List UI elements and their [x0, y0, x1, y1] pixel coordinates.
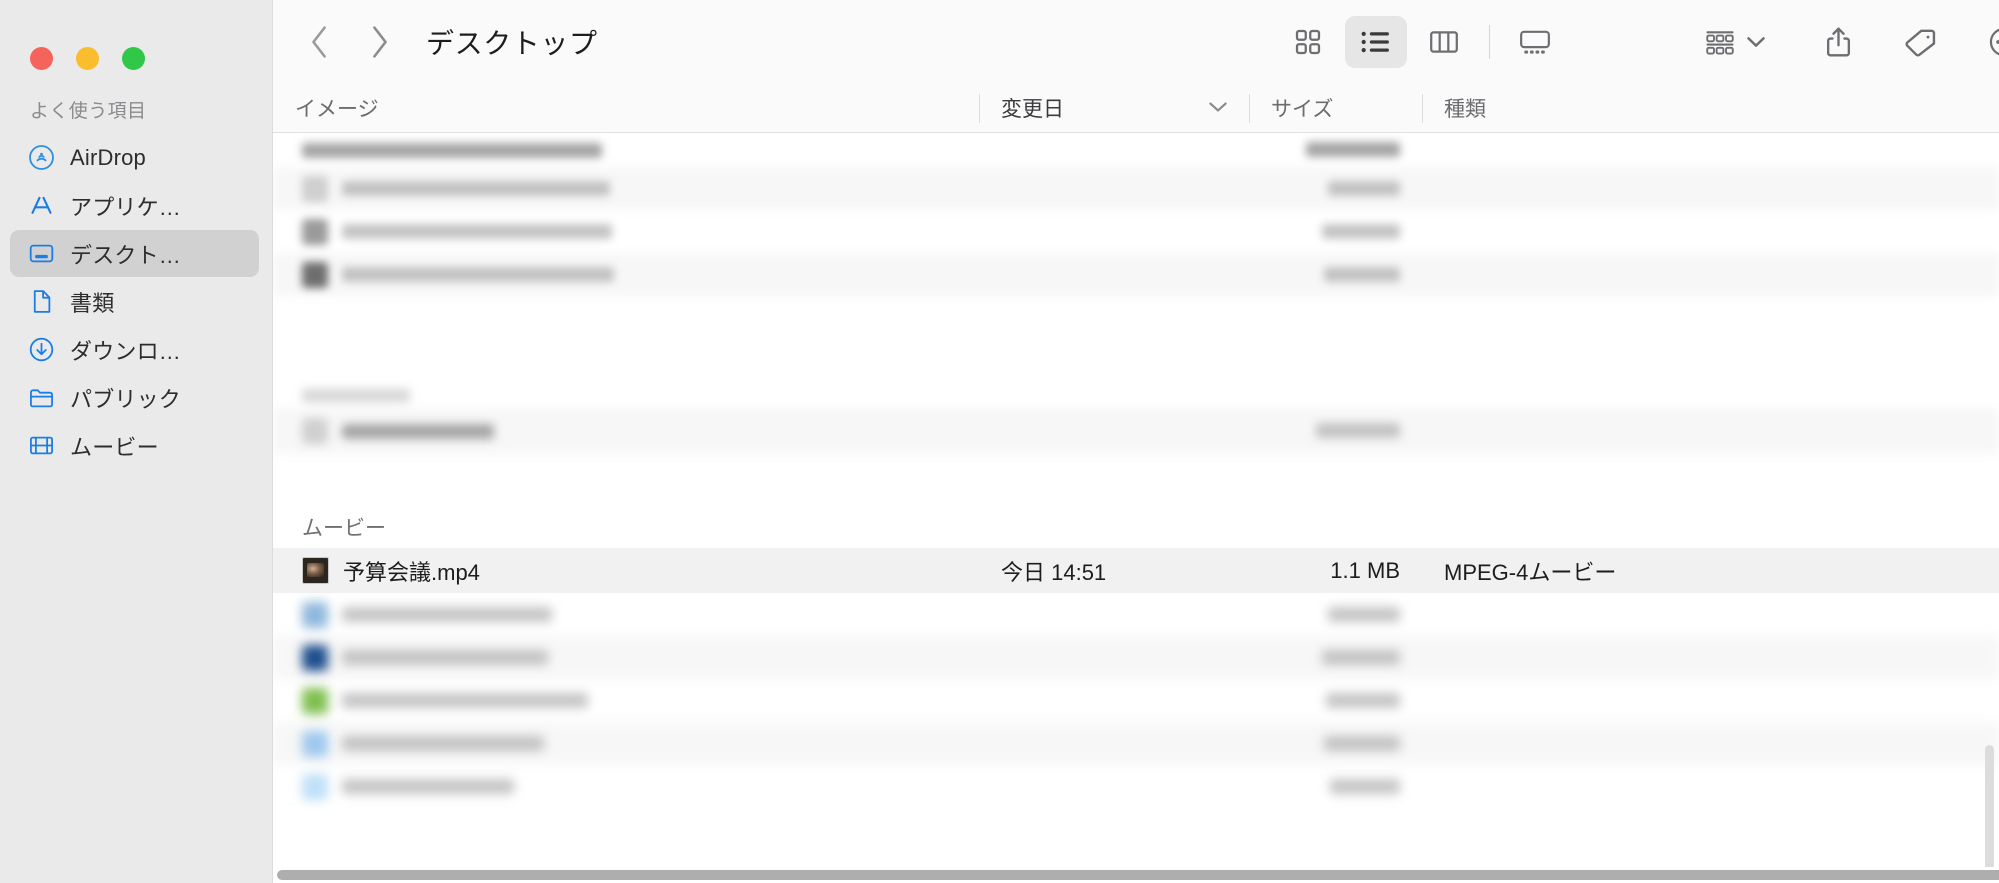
file-size-cell: 1.1 MB	[1330, 557, 1400, 583]
downloads-icon	[27, 336, 55, 364]
close-button[interactable]	[30, 47, 53, 70]
page-title: デスクトップ	[426, 28, 598, 59]
column-header-date[interactable]: 変更日	[979, 84, 1249, 133]
table-row[interactable]	[273, 636, 1999, 679]
desktop-icon	[27, 240, 55, 268]
forward-button[interactable]	[366, 25, 392, 59]
toolbar-divider	[1489, 25, 1490, 59]
sidebar-item-label: パブリック	[70, 386, 182, 412]
file-name-cell: 予算会議.mp4	[273, 555, 979, 587]
sidebar-item-label: ムービー	[70, 434, 159, 460]
group-header-label: ムービー	[302, 517, 386, 540]
folder-icon	[27, 384, 55, 412]
group-by-button[interactable]	[1703, 16, 1766, 68]
sidebar-item-label: アプリケ…	[70, 194, 182, 220]
sidebar-item-label: ダウンロ…	[70, 338, 182, 364]
column-header-name[interactable]: イメージ	[273, 84, 979, 133]
column-view-button[interactable]	[1413, 16, 1475, 68]
column-header-size[interactable]: サイズ	[1249, 84, 1422, 133]
toolbar: デスクトップ	[273, 0, 1999, 84]
table-row[interactable]	[273, 722, 1999, 765]
columns-icon	[1430, 31, 1458, 53]
table-row[interactable]	[273, 593, 1999, 636]
table-row[interactable]	[273, 167, 1999, 210]
gallery-icon	[1520, 30, 1550, 54]
sidebar-item-downloads[interactable]: ダウンロ…	[10, 326, 259, 373]
more-options-button[interactable]	[1988, 16, 1999, 68]
sidebar-item-public[interactable]: パブリック	[10, 374, 259, 421]
ellipsis-circle-icon	[1989, 28, 1999, 56]
tag-button[interactable]	[1904, 16, 1937, 68]
share-button[interactable]	[1823, 16, 1854, 68]
file-list[interactable]: ムービー 予算会議.mp4 今日 14:51 1.1 MB MPEG-4ムービー	[273, 133, 1999, 883]
redacted-rows-top	[273, 133, 1999, 296]
group-header-movies: ムービー	[273, 504, 1999, 548]
redacted-rows-bottom	[273, 593, 1999, 808]
view-mode-group	[1277, 16, 1566, 68]
column-header-row: イメージ 変更日 サイズ 種類	[273, 84, 1999, 133]
sidebar-section-title: よく使う項目	[30, 101, 147, 122]
list-icon	[1361, 31, 1389, 53]
table-row[interactable]	[273, 253, 1999, 296]
sidebar-item-desktop[interactable]: デスクト…	[10, 230, 259, 277]
share-icon	[1826, 27, 1851, 57]
grid-icon	[1295, 29, 1321, 55]
navigation-arrows	[307, 25, 392, 59]
airdrop-icon	[27, 144, 55, 172]
sidebar-item-label: AirDrop	[70, 144, 146, 170]
movies-icon	[27, 432, 55, 460]
file-date-cell: 今日 14:51	[1001, 559, 1107, 585]
table-row[interactable]	[273, 679, 1999, 722]
minimize-button[interactable]	[76, 47, 99, 70]
icon-view-button[interactable]	[1277, 16, 1339, 68]
sidebar-item-movies[interactable]: ムービー	[10, 422, 259, 469]
back-button[interactable]	[307, 25, 333, 59]
redacted-group-section	[273, 364, 1999, 454]
h-scrollbar-thumb[interactable]	[277, 870, 1999, 880]
documents-icon	[27, 288, 55, 316]
chevron-down-icon	[1747, 37, 1765, 47]
zoom-button[interactable]	[122, 47, 145, 70]
sidebar-item-label: 書類	[70, 290, 115, 316]
table-row[interactable]	[273, 408, 1999, 454]
finder-window: よく使う項目 AirDrop アプリケ… デスクト… 書類 ダウンロ… パブリッ…	[0, 0, 1999, 883]
h-scrollbar[interactable]	[273, 867, 1999, 883]
group-header	[273, 364, 1999, 408]
table-row[interactable]	[273, 765, 1999, 808]
column-header-kind[interactable]: 種類	[1422, 84, 1999, 133]
sidebar-item-airdrop[interactable]: AirDrop	[10, 134, 259, 181]
v-scrollbar[interactable]	[1985, 745, 1994, 883]
list-view-button[interactable]	[1345, 16, 1407, 68]
file-name: 予算会議.mp4	[343, 559, 480, 585]
file-kind-cell: MPEG-4ムービー	[1444, 559, 1617, 585]
table-row[interactable]	[273, 210, 1999, 253]
movie-thumbnail-icon	[302, 557, 329, 584]
chevron-left-icon	[312, 26, 326, 58]
sidebar: よく使う項目 AirDrop アプリケ… デスクト… 書類 ダウンロ… パブリッ…	[0, 0, 273, 883]
toolbar-actions	[1703, 16, 1999, 68]
sidebar-item-documents[interactable]: 書類	[10, 278, 259, 325]
group-by-icon	[1706, 31, 1734, 55]
table-row[interactable]	[273, 133, 1999, 167]
gallery-view-button[interactable]	[1504, 16, 1566, 68]
sidebar-item-applications[interactable]: アプリケ…	[10, 182, 259, 229]
sort-chevron-icon	[1207, 96, 1229, 120]
applications-icon	[27, 192, 55, 220]
main-pane: デスクトップ イメージ 変更日 サイズ 種類 ムービー 予算会議.mp4 今日 …	[273, 0, 1999, 883]
chevron-right-icon	[373, 26, 387, 58]
tag-icon	[1905, 29, 1936, 57]
table-row-selected[interactable]: 予算会議.mp4 今日 14:51 1.1 MB MPEG-4ムービー	[273, 548, 1999, 593]
sidebar-item-label: デスクト…	[70, 242, 182, 268]
traffic-lights	[0, 0, 272, 84]
